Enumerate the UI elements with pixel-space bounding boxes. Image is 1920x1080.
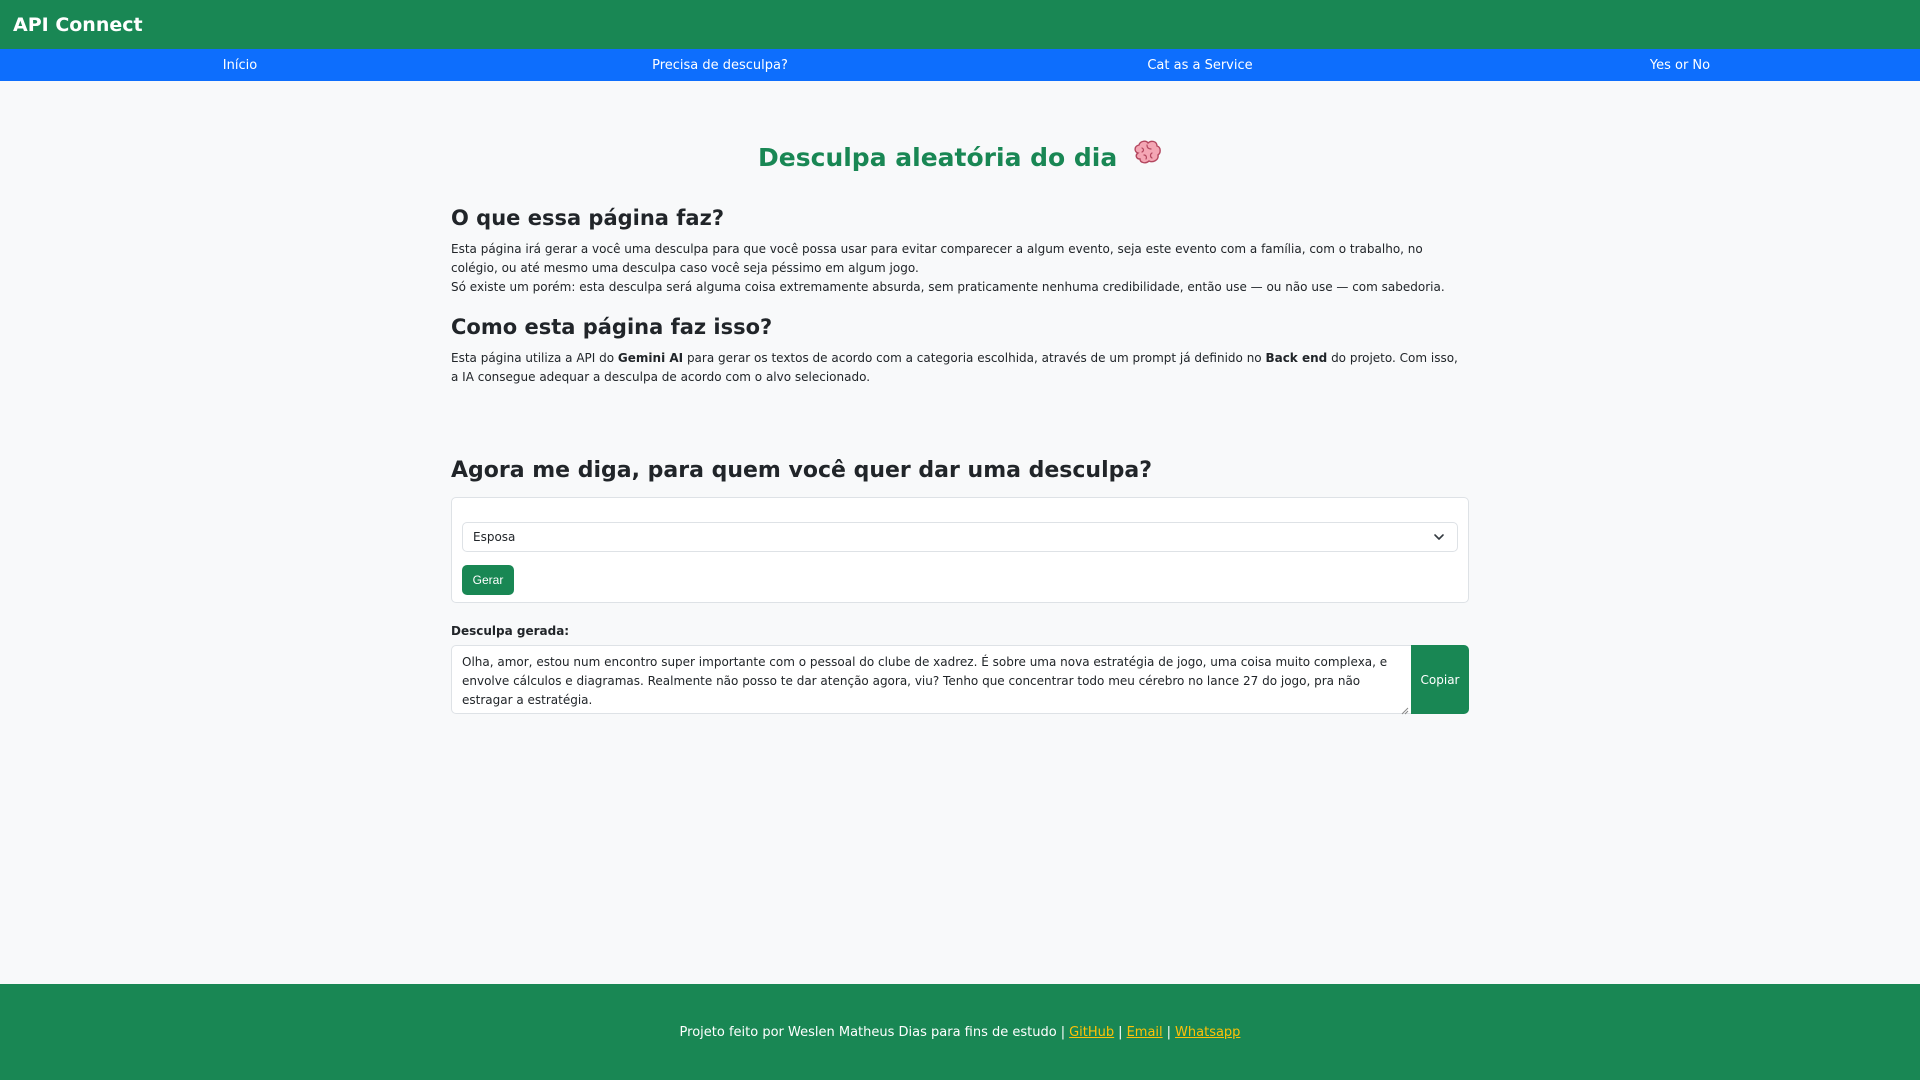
- footer-separator: |: [1060, 1024, 1066, 1040]
- how-bold-gemini: Gemini AI: [617, 351, 684, 365]
- result-label: Desculpa gerada:: [451, 624, 570, 638]
- result-group: Olha, amor, estou num encontro super imp…: [451, 645, 1469, 715]
- how-text-2: para gerar os textos de acordo com a cat…: [683, 351, 1266, 365]
- page-title-text: Desculpa aleatória do dia: [758, 143, 1118, 172]
- target-select[interactable]: Esposa: [462, 522, 1458, 552]
- footer-separator: |: [1118, 1024, 1123, 1040]
- page-footer: Projeto feito por Weslen Matheus Dias pa…: [0, 984, 1920, 1080]
- how-text-1: Esta página utiliza a API do: [451, 351, 618, 365]
- what-line-1: Esta página irá gerar a você uma desculp…: [451, 242, 1423, 275]
- nav-item-desculpa[interactable]: Precisa de desculpa?: [480, 49, 960, 81]
- main-content: Desculpa aleatória do dia O que essa pág…: [0, 81, 1920, 984]
- how-description: Esta página utiliza a API do Gemini AI p…: [451, 349, 1469, 387]
- chevron-down-icon: [1433, 531, 1445, 543]
- excuse-textarea[interactable]: Olha, amor, estou num encontro super imp…: [451, 645, 1411, 715]
- brand-logo[interactable]: API Connect: [13, 14, 143, 36]
- what-line-2: Só existe um porém: esta desculpa será a…: [451, 280, 1445, 294]
- brain-icon: [1132, 140, 1162, 175]
- content-container: Desculpa aleatória do dia O que essa pág…: [451, 140, 1469, 715]
- footer-link-email[interactable]: Email: [1127, 1025, 1163, 1040]
- ask-heading: Agora me diga, para quem você quer dar u…: [451, 458, 1152, 483]
- footer-link-whatsapp[interactable]: Whatsapp: [1175, 1025, 1240, 1040]
- target-select-value: Esposa: [473, 530, 516, 544]
- how-bold-backend: Back end: [1265, 351, 1328, 365]
- what-description: Esta página irá gerar a você uma desculp…: [451, 240, 1469, 297]
- generate-button[interactable]: Gerar: [462, 565, 514, 595]
- resize-handle-icon[interactable]: [1400, 702, 1409, 715]
- page-title: Desculpa aleatória do dia: [451, 140, 1469, 175]
- what-heading: O que essa página faz?: [451, 206, 724, 230]
- excuse-form-card: Esposa Gerar: [451, 497, 1469, 603]
- nav-item-inicio[interactable]: Início: [0, 49, 480, 81]
- footer-separator: |: [1166, 1024, 1172, 1040]
- footer-link-github[interactable]: GitHub: [1069, 1025, 1114, 1040]
- footer-text: Projeto feito por Weslen Matheus Dias pa…: [679, 1024, 1057, 1040]
- main-navbar: Início Precisa de desculpa? Cat as a Ser…: [0, 49, 1920, 81]
- excuse-text: Olha, amor, estou num encontro super imp…: [462, 655, 1388, 707]
- nav-item-cat-service[interactable]: Cat as a Service: [960, 49, 1440, 81]
- copy-button[interactable]: Copiar: [1411, 645, 1469, 714]
- top-header: API Connect: [0, 0, 1920, 49]
- nav-item-yes-or-no[interactable]: Yes or No: [1440, 49, 1920, 81]
- how-heading: Como esta página faz isso?: [451, 315, 773, 339]
